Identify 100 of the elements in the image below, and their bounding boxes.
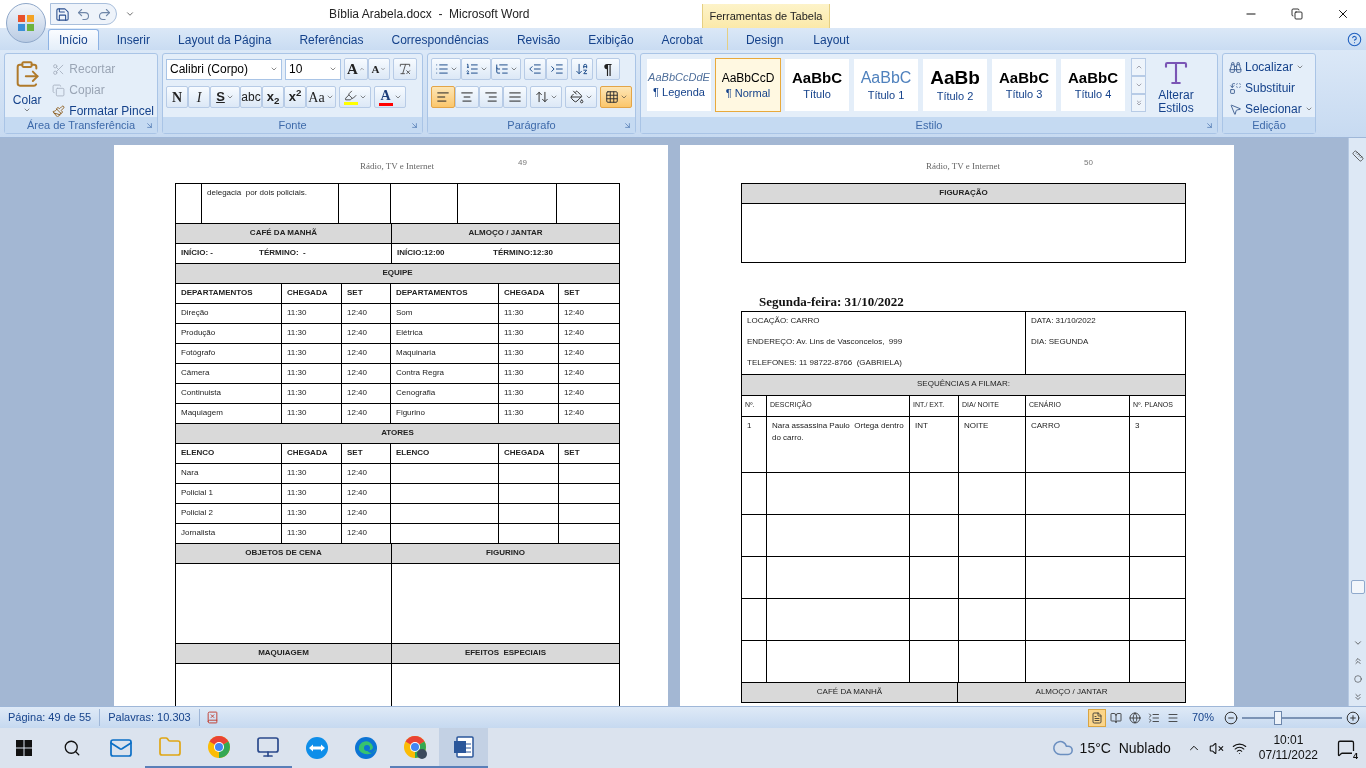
style-gallery-item[interactable]: AaBbC Título 4 [1060, 58, 1126, 112]
help-icon [1347, 32, 1362, 47]
superscript-button[interactable]: x$^{2}$ [284, 86, 306, 108]
sort-button[interactable] [571, 58, 593, 80]
align-justify-icon [508, 90, 522, 104]
save-button[interactable] [55, 6, 70, 22]
highlight-button[interactable] [339, 86, 371, 108]
ribbon-tab[interactable]: Revisão [506, 29, 571, 50]
zoom-slider-thumb[interactable] [1274, 710, 1282, 725]
align-justify-button[interactable] [503, 86, 527, 108]
redo-button[interactable] [97, 6, 112, 22]
bullets-button[interactable] [431, 58, 461, 80]
ribbon-tab[interactable]: Inserir [106, 29, 161, 50]
undo-button[interactable] [76, 6, 91, 22]
align-center-button[interactable] [455, 86, 479, 108]
table-cell: 3 [1130, 417, 1186, 473]
find-button[interactable]: Localizar [1229, 58, 1313, 76]
caret-icon [1304, 105, 1313, 113]
increase-indent-button[interactable] [546, 58, 568, 80]
table-cell: Maquinaria [391, 344, 499, 364]
dialog-launcher-button[interactable] [144, 120, 154, 130]
zoom-level-label[interactable]: 70% [1181, 709, 1224, 726]
multilevel-list-button[interactable] [491, 58, 521, 80]
ribbon-tab[interactable]: Layout da Página [168, 29, 282, 50]
style-gallery-item[interactable]: AaBb Título 2 [922, 58, 988, 112]
style-gallery-item[interactable]: AaBbC Título 1 [853, 58, 919, 112]
table-cell: Maquiagem [176, 404, 282, 424]
show-marks-button[interactable]: ¶ [596, 58, 620, 80]
case-button[interactable]: Aa [306, 86, 336, 108]
style-gallery-item[interactable]: AaBbCcD ¶ Normal [715, 58, 781, 112]
shrink-font-button[interactable]: A [368, 58, 390, 80]
subscript-button[interactable]: x$_{2}$ [262, 86, 284, 108]
zoom-in-button[interactable] [1346, 710, 1360, 725]
help-button[interactable] [1347, 32, 1362, 47]
weather-widget[interactable]: 15°C Nublado [1051, 737, 1171, 759]
style-gallery-item[interactable]: AaBbC Título 3 [991, 58, 1057, 112]
clear-formatting-button[interactable] [393, 58, 417, 80]
style-gallery-item[interactable]: AaBbCcDdE ¶ Legenda [646, 58, 712, 112]
ribbon-tab[interactable]: Referências [289, 29, 374, 50]
scrollbar-thumb[interactable] [1350, 580, 1365, 594]
taskbar-app-button[interactable] [439, 728, 488, 768]
search-icon [63, 739, 81, 757]
clock-button[interactable]: 10:01 07/11/2022 [1250, 733, 1326, 763]
ribbon-tab[interactable]: Início [48, 29, 99, 50]
dialog-launcher-button[interactable] [409, 120, 419, 130]
table-cell: Policial 2 [176, 504, 282, 524]
page-count-label[interactable]: Página: 49 de 55 [0, 709, 101, 726]
dialog-launcher-icon [622, 120, 632, 130]
ribbon-tab[interactable]: Exibição [578, 29, 644, 50]
dialog-launcher-button[interactable] [1204, 120, 1214, 130]
line-spacing-button[interactable] [530, 86, 562, 108]
paste-button[interactable]: Colar [8, 58, 47, 117]
table-cell: Câmera [176, 364, 282, 384]
eraser-icon [398, 62, 412, 76]
ribbon-tab[interactable]: Layout [803, 29, 860, 50]
table-cell: Elétrica [391, 324, 499, 344]
decrease-indent-button[interactable] [524, 58, 546, 80]
table-cell [499, 484, 559, 504]
print-view-button[interactable] [1087, 708, 1106, 727]
underline-button[interactable]: S [210, 86, 240, 108]
table-cell: CAFÉ DA MANHÃ [742, 683, 958, 703]
close-icon [1336, 7, 1350, 21]
table-header-cell: OBJETOS DE CENA [176, 544, 392, 564]
table-cell [959, 473, 1026, 515]
ribbon-tab[interactable]: Design [735, 29, 794, 50]
replace-button[interactable]: Substituir [1229, 79, 1313, 97]
notifications-button[interactable]: 4 [1326, 728, 1366, 768]
table-cell [499, 524, 559, 544]
font-color-button[interactable]: A [374, 86, 406, 108]
shading-button[interactable] [565, 86, 597, 108]
strike-button[interactable]: abc [240, 86, 262, 108]
table-cell: 12:40 [342, 464, 391, 484]
customize-toolbar-button[interactable] [125, 9, 135, 19]
table-cell: Produção [176, 324, 282, 344]
dialog-launcher-button[interactable] [622, 120, 632, 130]
table-header-cell: CHEGADA [499, 444, 559, 464]
circle-icon [1353, 675, 1362, 683]
painter-icon [52, 104, 66, 118]
table-cell [959, 515, 1026, 557]
painter-button[interactable]: Formatar Pincel [52, 102, 154, 120]
style-gallery-item[interactable]: AaBbC Título [784, 58, 850, 112]
change-styles-button[interactable]: Alterar Estilos [1149, 58, 1203, 115]
office-button[interactable] [6, 3, 46, 43]
align-left-button[interactable] [431, 86, 455, 108]
ribbon-tab[interactable]: Correspondências [381, 29, 499, 50]
bold-button[interactable]: N [166, 86, 188, 108]
zoom-out-button[interactable] [1224, 710, 1238, 725]
word-count-label[interactable]: Palavras: 10.303 [100, 709, 200, 726]
numbering-button[interactable] [461, 58, 491, 80]
align-right-button[interactable] [479, 86, 503, 108]
borders-button[interactable] [600, 86, 632, 108]
table-cell: 11:30 [282, 504, 342, 524]
font-name-combo[interactable]: Calibri (Corpo) [166, 58, 282, 80]
book-error-icon [205, 711, 219, 724]
font-size-combo[interactable]: 10 [285, 58, 341, 80]
italic-button[interactable]: I [188, 86, 210, 108]
view-icon [1166, 711, 1179, 724]
ribbon-tab[interactable]: Acrobat [651, 29, 713, 50]
select-button[interactable]: Selecionar [1229, 100, 1313, 118]
grow-font-button[interactable]: A [344, 58, 368, 80]
